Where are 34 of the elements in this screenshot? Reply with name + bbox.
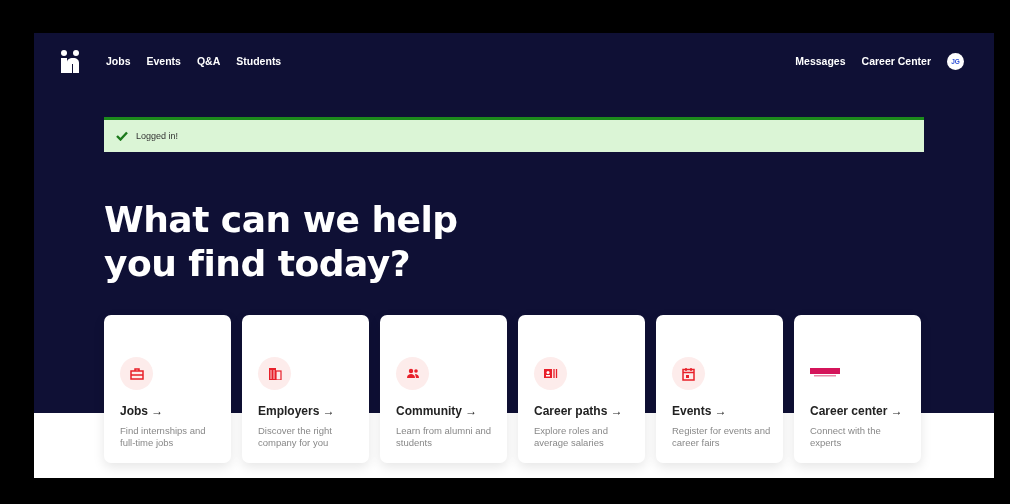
nav-link[interactable]: Q&A <box>196 55 221 67</box>
card-description: Register for events and career fairs <box>672 425 772 449</box>
card-description: Find internships and full-time jobs <box>120 425 207 449</box>
checkmark-icon <box>116 131 128 141</box>
people-icon <box>405 368 420 379</box>
category-card[interactable]: Jobs → Find internships and full-time jobs <box>104 315 231 463</box>
card-title: Employers → <box>258 404 336 418</box>
briefcase-icon <box>129 367 144 380</box>
category-card[interactable]: Community → Learn from alumni and students <box>380 315 507 463</box>
building-icon <box>267 367 282 380</box>
category-card[interactable]: Career center → Connect with the experts <box>794 315 921 463</box>
page-heading: What can we help you find today? <box>104 198 459 286</box>
card-description: Explore roles and average salaries <box>534 425 609 449</box>
category-card[interactable]: Events → Register for events and career fairs <box>656 315 783 463</box>
alert-message: Logged in! <box>136 131 179 141</box>
card-description: Connect with the experts <box>810 425 882 449</box>
nav-link[interactable]: Messages <box>795 55 846 67</box>
calendar-icon <box>682 366 695 381</box>
nav-link[interactable]: Career Center <box>861 55 931 67</box>
logo-icon <box>810 367 842 377</box>
category-card[interactable]: Career paths → Explore roles and average salaries <box>518 315 645 463</box>
logo-icon[interactable] <box>60 49 80 73</box>
nav-link[interactable]: Jobs <box>106 55 131 67</box>
card-description: Learn from alumni and students <box>396 425 493 449</box>
nav-link[interactable]: Students <box>236 55 282 67</box>
card-title: Community → <box>396 404 479 418</box>
category-card[interactable]: Employers → Discover the right company for you <box>242 315 369 463</box>
card-title: Career center → <box>810 404 904 418</box>
card-title: Career paths → <box>534 404 624 418</box>
nav-link[interactable]: Events <box>146 55 181 67</box>
card-title: Jobs → <box>120 404 165 418</box>
id-card-icon <box>543 368 558 379</box>
card-description: Discover the right company for you <box>258 425 333 449</box>
card-title: Events → <box>672 404 728 418</box>
